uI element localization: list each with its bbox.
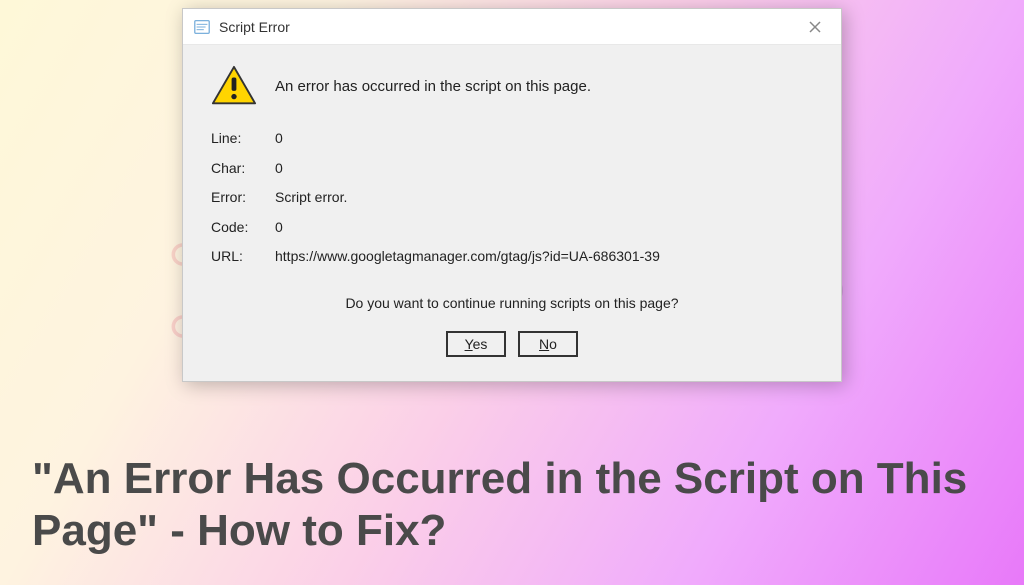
yes-button[interactable]: Yes	[446, 331, 506, 357]
value-url: https://www.googletagmanager.com/gtag/js…	[275, 247, 813, 267]
script-error-dialog: Script Error An error has occurred in th…	[182, 8, 842, 382]
no-button[interactable]: No	[518, 331, 578, 357]
error-heading: An error has occurred in the script on t…	[275, 78, 591, 95]
value-char: 0	[275, 159, 813, 179]
script-icon	[193, 18, 211, 36]
label-code: Code:	[211, 218, 275, 238]
warning-icon	[211, 65, 257, 107]
label-url: URL:	[211, 247, 275, 267]
value-error: Script error.	[275, 188, 813, 208]
button-row: Yes No	[211, 331, 813, 357]
close-button[interactable]	[799, 13, 831, 41]
titlebar: Script Error	[183, 9, 841, 45]
article-headline: "An Error Has Occurred in the Script on …	[32, 453, 984, 557]
close-icon	[809, 21, 821, 33]
value-line: 0	[275, 129, 813, 149]
value-code: 0	[275, 218, 813, 238]
continue-prompt: Do you want to continue running scripts …	[211, 295, 813, 311]
label-error: Error:	[211, 188, 275, 208]
dialog-body: An error has occurred in the script on t…	[183, 45, 841, 381]
label-char: Char:	[211, 159, 275, 179]
label-line: Line:	[211, 129, 275, 149]
dialog-title: Script Error	[219, 19, 799, 35]
